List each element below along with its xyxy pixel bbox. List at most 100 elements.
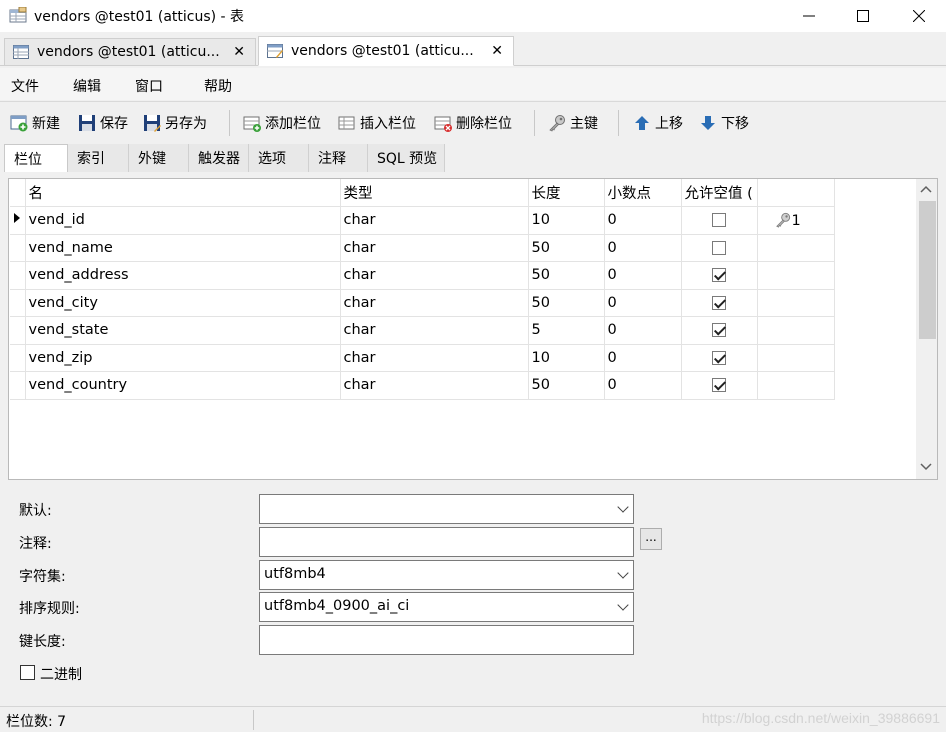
menu-file[interactable]: 文件	[11, 76, 39, 96]
cell-length[interactable]: 50	[528, 234, 605, 262]
table-row[interactable]: vend_name char 50 0	[10, 234, 835, 262]
column-header-nullable[interactable]: 允许空值 (	[681, 179, 758, 207]
cell-type[interactable]: char	[340, 261, 529, 290]
close-window-button[interactable]	[896, 0, 942, 32]
cell-decimals[interactable]: 0	[604, 234, 682, 262]
cell-key[interactable]	[757, 316, 835, 345]
table-row[interactable]: vend_address char 50 0	[10, 261, 835, 290]
cell-key[interactable]: 1	[757, 206, 835, 235]
cell-nullable[interactable]	[681, 206, 758, 235]
charset-select[interactable]: utf8mb4	[259, 560, 634, 590]
cell-name[interactable]: vend_zip	[25, 344, 341, 372]
tab-options[interactable]: 选项	[249, 144, 309, 172]
cell-type[interactable]: char	[340, 371, 529, 400]
column-header-type[interactable]: 类型	[340, 179, 529, 207]
cell-type[interactable]: char	[340, 344, 529, 372]
comment-input[interactable]	[259, 527, 634, 557]
cell-decimals[interactable]: 0	[604, 316, 682, 345]
nullable-checkbox[interactable]	[712, 240, 726, 255]
cell-decimals[interactable]: 0	[604, 289, 682, 317]
doc-tab-1[interactable]: vendors @test01 (atticu... ✕	[4, 38, 256, 65]
cell-nullable[interactable]	[681, 344, 758, 372]
cell-name[interactable]: vend_address	[25, 261, 341, 290]
maximize-button[interactable]	[840, 0, 886, 32]
save-as-button[interactable]: 另存为	[143, 112, 207, 134]
cell-decimals[interactable]: 0	[604, 344, 682, 372]
menu-edit[interactable]: 编辑	[73, 76, 101, 96]
cell-decimals[interactable]: 0	[604, 261, 682, 290]
table-row[interactable]: vend_zip char 10 0	[10, 344, 835, 372]
primary-key-button[interactable]: 主键	[548, 112, 598, 134]
comment-edit-button[interactable]: ...	[640, 528, 662, 550]
close-tab-icon[interactable]: ✕	[233, 44, 245, 60]
table-row[interactable]: vend_city char 50 0	[10, 289, 835, 317]
fields-grid[interactable]: 名 类型 长度 小数点 允许空值 ( vend_id char 10 0 1 vend_n…	[8, 178, 938, 480]
cell-type[interactable]: char	[340, 289, 529, 317]
nullable-checkbox[interactable]	[712, 323, 726, 338]
move-up-button[interactable]: 上移	[633, 112, 683, 134]
cell-key[interactable]	[757, 344, 835, 372]
cell-decimals[interactable]: 0	[604, 371, 682, 400]
cell-key[interactable]	[757, 234, 835, 262]
nullable-checkbox[interactable]	[712, 268, 726, 283]
nullable-checkbox[interactable]	[712, 378, 726, 393]
cell-type[interactable]: char	[340, 316, 529, 345]
cell-length[interactable]: 50	[528, 289, 605, 317]
cell-name[interactable]: vend_state	[25, 316, 341, 345]
scroll-up-icon[interactable]	[920, 185, 932, 193]
cell-key[interactable]	[757, 261, 835, 290]
cell-key[interactable]	[757, 371, 835, 400]
column-header-name[interactable]: 名	[25, 179, 341, 207]
doc-tab-2[interactable]: vendors @test01 (atticu... ✕	[258, 36, 514, 66]
new-button[interactable]: 新建	[10, 112, 60, 134]
cell-decimals[interactable]: 0	[604, 206, 682, 235]
nullable-checkbox[interactable]	[712, 295, 726, 310]
column-header-key[interactable]	[757, 179, 835, 207]
tab-foreign-keys[interactable]: 外键	[129, 144, 189, 172]
binary-checkbox[interactable]	[20, 665, 35, 680]
table-row[interactable]: vend_state char 5 0	[10, 316, 835, 345]
cell-nullable[interactable]	[681, 316, 758, 345]
cell-nullable[interactable]	[681, 234, 758, 262]
table-row[interactable]: vend_country char 50 0	[10, 371, 835, 400]
default-select[interactable]	[259, 494, 634, 524]
table-row[interactable]: vend_id char 10 0 1	[10, 206, 835, 235]
cell-name[interactable]: vend_id	[25, 206, 341, 235]
tab-comments[interactable]: 注释	[309, 144, 368, 172]
menu-window[interactable]: 窗口	[135, 76, 163, 96]
cell-type[interactable]: char	[340, 206, 529, 235]
cell-nullable[interactable]	[681, 261, 758, 290]
cell-nullable[interactable]	[681, 289, 758, 317]
cell-length[interactable]: 10	[528, 344, 605, 372]
save-button[interactable]: 保存	[78, 112, 128, 134]
move-down-button[interactable]: 下移	[699, 112, 749, 134]
nullable-checkbox[interactable]	[712, 350, 726, 365]
add-field-button[interactable]: 添加栏位	[243, 112, 321, 134]
cell-type[interactable]: char	[340, 234, 529, 262]
close-tab-icon[interactable]: ✕	[491, 43, 503, 59]
grid-vertical-scrollbar[interactable]	[916, 179, 937, 479]
cell-length[interactable]: 50	[528, 371, 605, 400]
column-header-decimals[interactable]: 小数点	[604, 179, 682, 207]
insert-field-button[interactable]: 插入栏位	[338, 112, 416, 134]
tab-sql-preview[interactable]: SQL 预览	[368, 144, 445, 172]
cell-key[interactable]	[757, 289, 835, 317]
cell-length[interactable]: 50	[528, 261, 605, 290]
cell-name[interactable]: vend_country	[25, 371, 341, 400]
tab-indexes[interactable]: 索引	[68, 144, 129, 172]
column-header-length[interactable]: 长度	[528, 179, 605, 207]
cell-name[interactable]: vend_city	[25, 289, 341, 317]
scroll-down-icon[interactable]	[920, 463, 932, 471]
scrollbar-thumb[interactable]	[919, 201, 936, 339]
minimize-button[interactable]	[786, 0, 832, 32]
collation-select[interactable]: utf8mb4_0900_ai_ci	[259, 592, 634, 622]
key-length-input[interactable]	[259, 625, 634, 655]
nullable-checkbox[interactable]	[712, 213, 726, 228]
tab-triggers[interactable]: 触发器	[189, 144, 249, 172]
cell-length[interactable]: 10	[528, 206, 605, 235]
tab-fields[interactable]: 栏位	[4, 144, 68, 172]
delete-field-button[interactable]: 删除栏位	[434, 112, 512, 134]
menu-help[interactable]: 帮助	[204, 76, 232, 96]
cell-name[interactable]: vend_name	[25, 234, 341, 262]
cell-length[interactable]: 5	[528, 316, 605, 345]
